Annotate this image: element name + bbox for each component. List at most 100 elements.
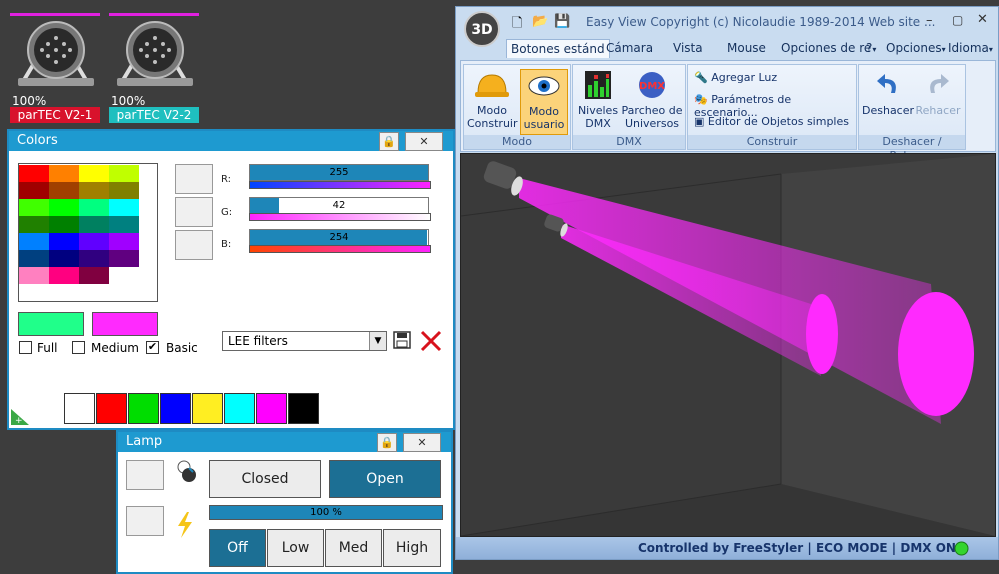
chevron-down-icon[interactable]: ▼ [369,332,386,350]
colors-panel: Colors 🔒 ✕ R: G: B: 255 42 254 Full Medi… [7,129,455,430]
palette-swatch[interactable] [192,393,223,424]
filter-select[interactable]: LEE filters ▼ [222,331,387,351]
close-button[interactable]: ✕ [403,433,441,452]
color-cell[interactable] [109,233,139,250]
green-channel-button[interactable] [175,197,213,227]
mode-med-button[interactable]: Med [325,529,382,567]
lock-icon[interactable]: 🔒 [377,433,397,452]
color-cell[interactable] [49,216,79,233]
svg-text:DMX: DMX [639,81,665,92]
color-cell[interactable] [79,250,109,267]
color-cell[interactable] [19,233,49,250]
fixture-percent: 100% [111,94,146,108]
mode-low-button[interactable]: Low [267,529,324,567]
closed-button[interactable]: Closed [209,460,321,498]
basic-checkbox[interactable]: ✔ [146,341,159,354]
color-grid[interactable] [18,163,158,302]
color-cell[interactable] [79,233,109,250]
close-button[interactable]: ✕ [405,132,443,151]
palette-swatch[interactable] [224,393,255,424]
red-channel-button[interactable] [175,164,213,194]
resize-corner-icon[interactable]: + [11,409,29,425]
undo-button[interactable]: Deshacer [862,69,914,117]
medium-checkbox[interactable] [72,341,85,354]
dimmer-slider[interactable]: 100 % [209,505,443,520]
agregar-luz-item[interactable]: 🔦 Agregar Luz [694,71,777,84]
mode-off-button[interactable]: Off [209,529,266,567]
language-menu[interactable]: Idioma▾ [948,41,993,55]
color-cell[interactable] [79,216,109,233]
tab-opciones-render[interactable]: Opciones de re [781,41,871,55]
maximize-button[interactable]: ▢ [952,13,963,27]
green-slider[interactable]: 42 [249,197,429,214]
palette-swatch[interactable] [128,393,159,424]
color-cell[interactable] [79,199,109,216]
tab-vista[interactable]: Vista [673,41,703,55]
color-cell[interactable] [49,165,79,182]
modo-construir-button[interactable]: Modo Construir [467,69,518,130]
color-cell[interactable] [109,165,139,182]
full-checkbox[interactable] [19,341,32,354]
color-cell[interactable] [49,182,79,199]
current-color-swatch[interactable] [18,312,84,336]
fixture-partec-1[interactable]: 100% parTEC V2-1 [10,10,102,124]
redo-button[interactable]: Rehacer [914,69,962,117]
help-menu[interactable]: ?▾ [866,41,876,55]
dimmer-button[interactable] [126,506,164,536]
color-cell[interactable] [19,267,49,284]
parcheo-universos-button[interactable]: DMX Parcheo de Universos [621,69,683,130]
palette-swatch[interactable] [64,393,95,424]
color-cell[interactable] [49,267,79,284]
red-slider[interactable]: 255 [249,164,429,181]
color-cell[interactable] [79,182,109,199]
color-cell[interactable] [49,199,79,216]
niveles-dmx-button[interactable]: Niveles DMX [576,69,620,130]
color-cell[interactable] [49,250,79,267]
blue-channel-button[interactable] [175,230,213,260]
color-cell[interactable] [109,182,139,199]
palette-swatch[interactable] [96,393,127,424]
color-cell[interactable] [19,182,49,199]
color-cell[interactable] [49,233,79,250]
minimize-button[interactable]: – [926,13,933,28]
3d-viewport[interactable] [460,153,996,537]
shutter-button[interactable] [126,460,164,490]
options-menu[interactable]: Opciones▾ [886,41,946,55]
color-cell[interactable] [19,199,49,216]
color-cell[interactable] [109,199,139,216]
open-folder-icon[interactable]: 📂 [532,14,548,29]
color-cell[interactable] [19,216,49,233]
delete-icon[interactable] [420,330,442,352]
color-cell[interactable] [79,165,109,182]
color-cell[interactable] [109,216,139,233]
open-button[interactable]: Open [329,460,441,498]
close-window-button[interactable]: ✕ [977,12,988,27]
color-cell[interactable] [19,250,49,267]
full-label: Full [37,341,58,355]
light-spot-1 [898,292,974,416]
fixture-partec-2[interactable]: 100% parTEC V2-2 [109,10,201,124]
color-cell[interactable] [19,165,49,182]
level-meter-icon [585,71,611,99]
mode-high-button[interactable]: High [383,529,441,567]
blue-slider[interactable]: 254 [249,229,429,246]
lock-icon[interactable]: 🔒 [379,132,399,151]
color-cell[interactable] [79,267,109,284]
editor-objetos-label: Editor de Objetos simples [707,115,849,128]
save-icon[interactable] [393,331,411,349]
tab-mouse[interactable]: Mouse [727,41,766,55]
modo-usuario-button[interactable]: Modo usuario [520,69,568,135]
save-icon[interactable]: 💾 [554,14,570,29]
tab-camara[interactable]: Cámara [606,41,653,55]
palette-swatch[interactable] [160,393,191,424]
color-cell[interactable] [109,267,139,284]
color-cell[interactable] [109,250,139,267]
target-color-swatch[interactable] [92,312,158,336]
editor-objetos-item[interactable]: ▣ Editor de Objetos simples [694,115,849,128]
eye-icon [528,76,560,96]
new-file-icon[interactable]: 🗋 [512,14,522,36]
red-gradient [249,181,431,189]
palette-swatch[interactable] [288,393,319,424]
palette-swatch[interactable] [256,393,287,424]
tab-botones[interactable]: Botones estánd [506,39,610,58]
